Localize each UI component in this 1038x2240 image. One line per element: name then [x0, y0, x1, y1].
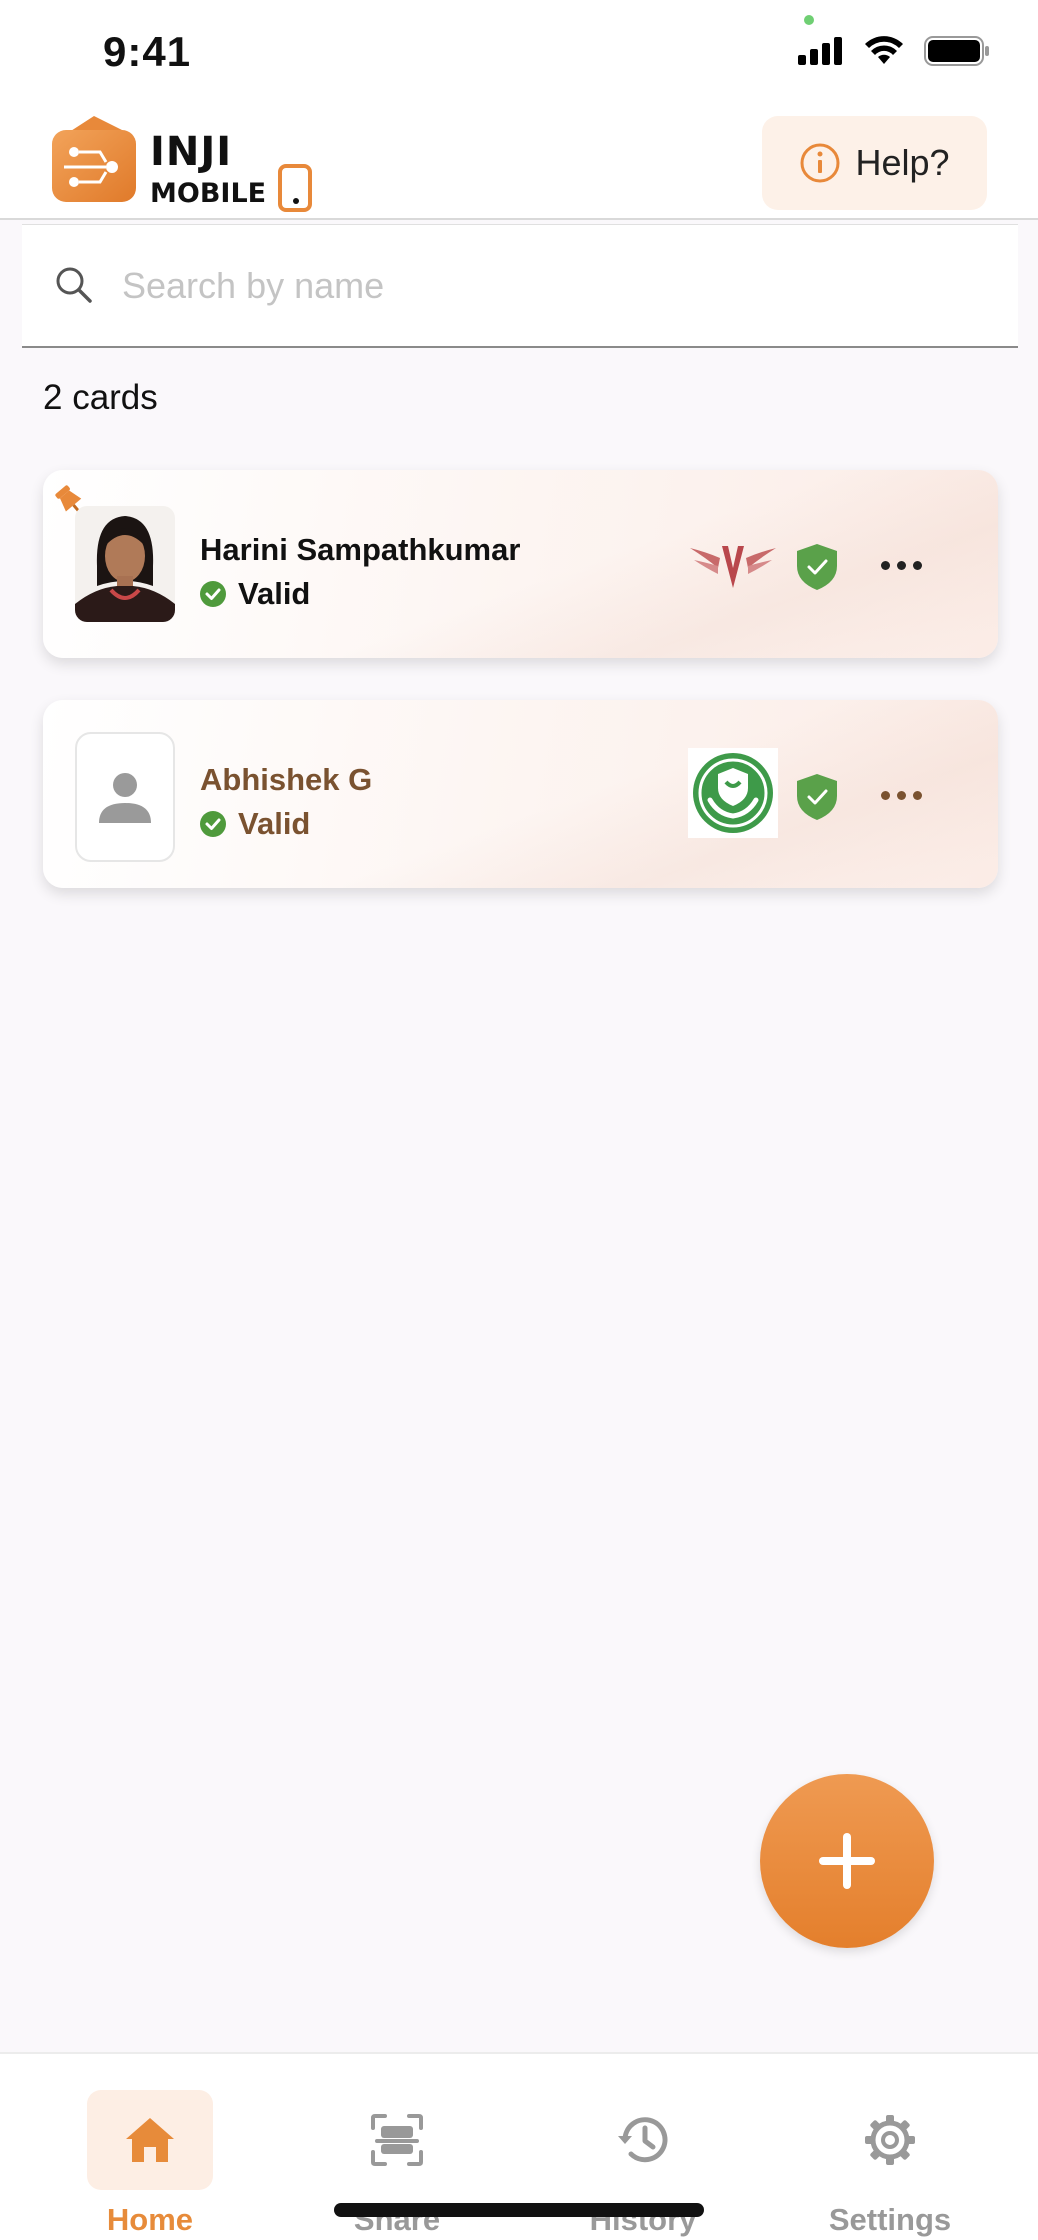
help-button[interactable]: Help?: [762, 116, 987, 210]
privacy-indicator-dot: [804, 15, 814, 25]
status-time: 9:41: [103, 28, 192, 75]
wifi-icon: [865, 36, 903, 64]
search-icon: [56, 267, 92, 303]
help-label: Help?: [855, 142, 950, 183]
nav-label: Settings: [828, 2202, 952, 2237]
card-status: Valid: [200, 576, 310, 612]
wings-logo-icon: [690, 546, 776, 588]
cellular-signal-icon: [798, 37, 842, 65]
status-icons: [798, 36, 990, 66]
verified-shield-icon: [797, 544, 837, 590]
plus-icon: [819, 1833, 875, 1889]
header-divider: [0, 218, 1038, 220]
battery-icon: [924, 36, 989, 66]
card-holder-name: Harini Sampathkumar: [200, 532, 521, 567]
logo-text-top: INJI: [150, 129, 232, 175]
person-icon: [99, 773, 151, 823]
nav-icon-container: [334, 2090, 460, 2190]
nav-icon-container: [87, 2090, 213, 2190]
credential-card[interactable]: Harini Sampathkumar Valid: [43, 470, 998, 658]
card-status-label: Valid: [238, 576, 311, 611]
scan-icon: [371, 2114, 423, 2166]
card-status-label: Valid: [238, 806, 311, 841]
add-card-button[interactable]: [760, 1774, 934, 1948]
valid-check-icon: [200, 581, 226, 607]
logo-text-bottom: MOBILE: [150, 178, 266, 209]
nav-icon-container: [580, 2090, 706, 2190]
credential-card[interactable]: Abhishek G Valid: [43, 700, 998, 888]
card-more-options-button[interactable]: [881, 550, 922, 580]
nav-icon-container: [827, 2090, 953, 2190]
card-status: Valid: [200, 806, 310, 842]
card-holder-name: Abhishek G: [200, 762, 373, 797]
card-count: 2 cards: [43, 378, 158, 417]
nav-tab-settings[interactable]: Settings: [790, 2054, 990, 2240]
home-icon: [126, 2118, 174, 2162]
valid-check-icon: [200, 811, 226, 837]
home-indicator: [334, 2203, 704, 2217]
card-more-options-button[interactable]: [881, 780, 922, 810]
status-bar: 9:41: [0, 0, 1038, 110]
nav-tab-home[interactable]: Home: [50, 2054, 250, 2240]
app-header: INJI MOBILE Help?: [0, 110, 1038, 220]
nav-label: Home: [106, 2202, 194, 2237]
green-shield-hands-logo-icon: [688, 748, 778, 838]
holder-photo-placeholder: [75, 732, 175, 862]
verified-shield-icon: [797, 774, 837, 820]
info-icon: [800, 143, 840, 183]
search-bar[interactable]: [22, 224, 1018, 348]
inji-mobile-logo: INJI MOBILE: [52, 116, 312, 212]
holder-photo: [75, 506, 175, 622]
search-input[interactable]: [122, 253, 982, 319]
history-icon: [618, 2117, 668, 2163]
gear-icon: [865, 2115, 915, 2165]
